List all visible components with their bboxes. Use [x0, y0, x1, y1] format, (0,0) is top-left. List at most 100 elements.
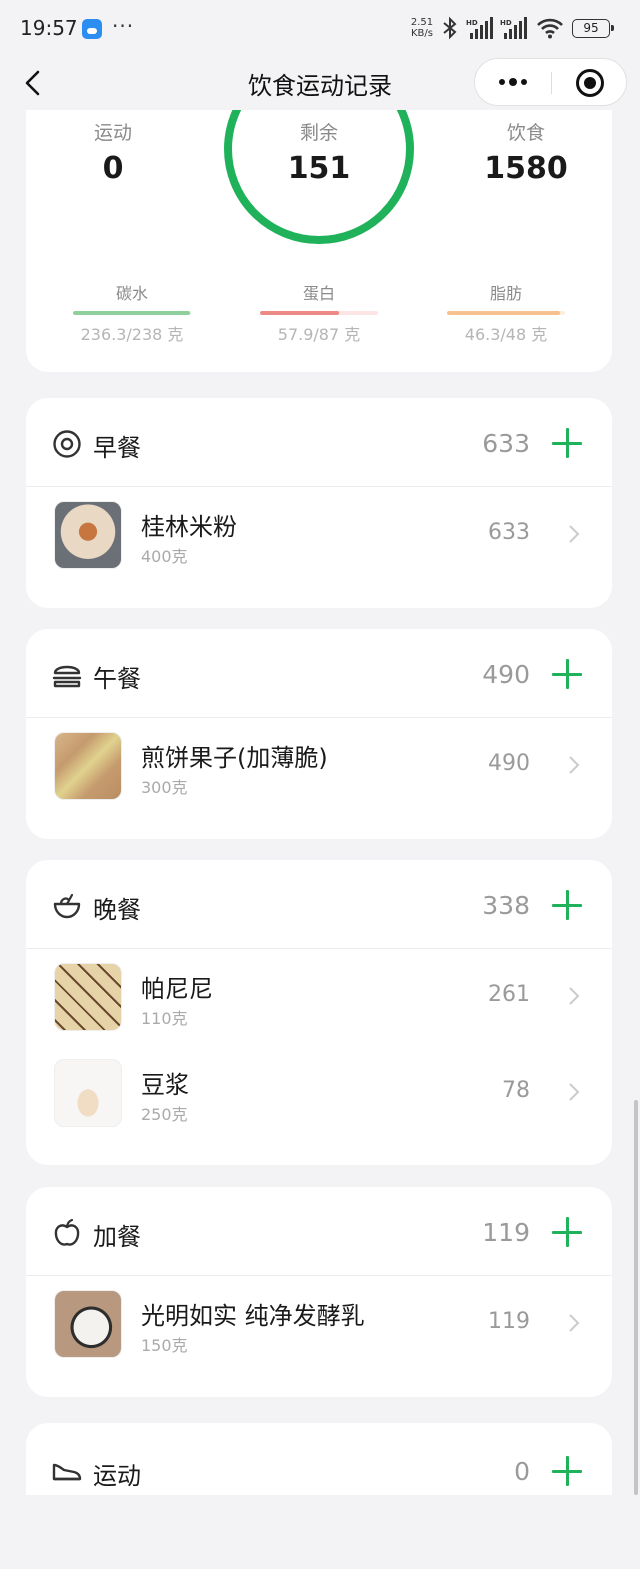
macro-progress-fill	[260, 311, 340, 315]
food-item[interactable]: 光明如实 纯净发酵乳 150克 119	[26, 1276, 612, 1372]
meal-name: 运动	[93, 1462, 141, 1490]
food-weight: 250克	[141, 1105, 188, 1124]
macro-progress-track	[260, 311, 378, 315]
food-calories: 633	[488, 520, 530, 545]
food-weight: 300克	[141, 778, 188, 797]
macro-value: 46.3/48 克	[464, 325, 548, 344]
chevron-right-icon	[569, 756, 580, 774]
network-speed-value: 2.51	[410, 17, 434, 28]
meal-header: 加餐 119	[26, 1187, 612, 1276]
sneaker-icon	[52, 1463, 82, 1481]
food-calories: 261	[488, 982, 530, 1007]
food-item[interactable]: 帕尼尼 110克 261	[26, 949, 612, 1045]
status-time: 19:57	[20, 16, 78, 40]
food-label: 饮食	[506, 122, 545, 144]
chevron-right-icon	[569, 1083, 580, 1101]
macro-value: 57.9/87 克	[277, 325, 361, 344]
chevron-right-icon	[569, 525, 580, 543]
food-calories: 490	[488, 751, 530, 776]
macro-progress-fill	[73, 311, 190, 315]
remaining-value: 151	[287, 151, 351, 186]
yogurt-thumbnail	[54, 1290, 122, 1358]
chevron-right-icon	[569, 1314, 580, 1332]
meal-header: 早餐 633	[26, 398, 612, 487]
meal-name: 早餐	[93, 434, 141, 462]
meal-total-calories: 490	[482, 660, 530, 689]
lunch-card: 午餐 490 煎饼果子(加薄脆) 300克 490	[26, 629, 612, 839]
food-item[interactable]: 桂林米粉 400克 633	[26, 487, 612, 583]
exercise-summary: 运动 0	[33, 118, 193, 186]
notification-app-icon	[82, 19, 102, 39]
soy-milk-thumbnail	[54, 1059, 122, 1127]
wifi-icon	[537, 18, 563, 39]
meal-header: 晚餐 338	[26, 860, 612, 949]
meal-header: 运动 0	[26, 1423, 612, 1495]
meal-total-calories: 119	[482, 1218, 530, 1247]
add-lunch-button[interactable]	[552, 659, 582, 689]
egg-icon	[53, 430, 81, 458]
mini-program-capsule	[474, 58, 627, 106]
exercise-label: 运动	[93, 122, 132, 144]
add-exercise-button[interactable]	[552, 1456, 582, 1486]
cell-signal-icon: HD	[466, 17, 493, 39]
food-weight: 150克	[141, 1336, 188, 1355]
more-options-button[interactable]	[475, 59, 551, 105]
battery-level: 95	[583, 21, 599, 35]
macro-label: 碳水	[115, 284, 148, 303]
food-summary: 饮食 1580	[446, 118, 606, 186]
macro-value: 236.3/238 克	[80, 325, 184, 344]
food-item[interactable]: 煎饼果子(加薄脆) 300克 490	[26, 718, 612, 814]
network-speed: 2.51 KB/s	[408, 17, 436, 39]
exercise-value: 0	[102, 151, 124, 186]
food-item[interactable]: 豆浆 250克 78	[26, 1045, 612, 1141]
battery-icon: 95	[572, 19, 614, 38]
calorie-summary-card: 运动 0 剩余 151 饮食 1580 碳水 236.3/238 克 蛋白 57…	[26, 110, 612, 372]
bluetooth-icon	[443, 16, 457, 40]
meal-name: 晚餐	[93, 896, 141, 924]
remaining-label: 剩余	[299, 122, 338, 144]
meal-name: 加餐	[93, 1223, 141, 1251]
food-weight: 400克	[141, 547, 188, 566]
scrollbar[interactable]	[634, 1100, 638, 1495]
snack-card: 加餐 119 光明如实 纯净发酵乳 150克 119	[26, 1187, 612, 1397]
pancake-thumbnail	[54, 732, 122, 800]
meal-total-calories: 0	[514, 1457, 530, 1486]
apple-icon	[54, 1218, 80, 1246]
macro-progress-track	[447, 311, 565, 315]
add-dinner-button[interactable]	[552, 890, 582, 920]
food-calories: 119	[488, 1309, 530, 1334]
svg-text:HD: HD	[500, 19, 512, 27]
add-snack-button[interactable]	[552, 1217, 582, 1247]
macro-carbs: 碳水 236.3/238 克	[73, 280, 191, 345]
remaining-summary: 剩余 151	[239, 118, 399, 186]
macro-progress-track	[73, 311, 191, 315]
food-value: 1580	[484, 151, 568, 186]
macro-fat: 脂肪 46.3/48 克	[447, 280, 565, 345]
dinner-card: 晚餐 338 帕尼尼 110克 261 豆浆 250克 78	[26, 860, 612, 1165]
status-more-dots: ···	[112, 14, 135, 38]
svg-text:HD: HD	[466, 19, 478, 27]
food-calories: 78	[502, 1078, 530, 1103]
add-breakfast-button[interactable]	[552, 428, 582, 458]
macro-protein: 蛋白 57.9/87 克	[260, 280, 378, 345]
cell-signal-icon-2: HD	[500, 17, 527, 39]
meal-name: 午餐	[93, 665, 141, 693]
breakfast-card: 早餐 633 桂林米粉 400克 633	[26, 398, 612, 608]
capsule-divider	[551, 72, 552, 94]
burger-icon	[52, 665, 82, 688]
bowl-icon	[53, 893, 81, 919]
navigation-bar: 饮食运动记录	[0, 58, 640, 110]
food-name: 帕尼尼	[141, 975, 213, 1003]
exercise-card: 运动 0	[26, 1423, 612, 1495]
macro-progress-fill	[447, 311, 561, 315]
panini-thumbnail	[54, 963, 122, 1031]
macro-label: 蛋白	[302, 284, 335, 303]
meal-header: 午餐 490	[26, 629, 612, 718]
rice-noodle-thumbnail	[54, 501, 122, 569]
food-name: 光明如实 纯净发酵乳	[141, 1302, 365, 1330]
food-weight: 110克	[141, 1009, 188, 1028]
chevron-right-icon	[569, 987, 580, 1005]
close-mini-program-icon[interactable]	[576, 69, 604, 97]
food-name: 桂林米粉	[141, 513, 237, 541]
meal-total-calories: 338	[482, 891, 530, 920]
